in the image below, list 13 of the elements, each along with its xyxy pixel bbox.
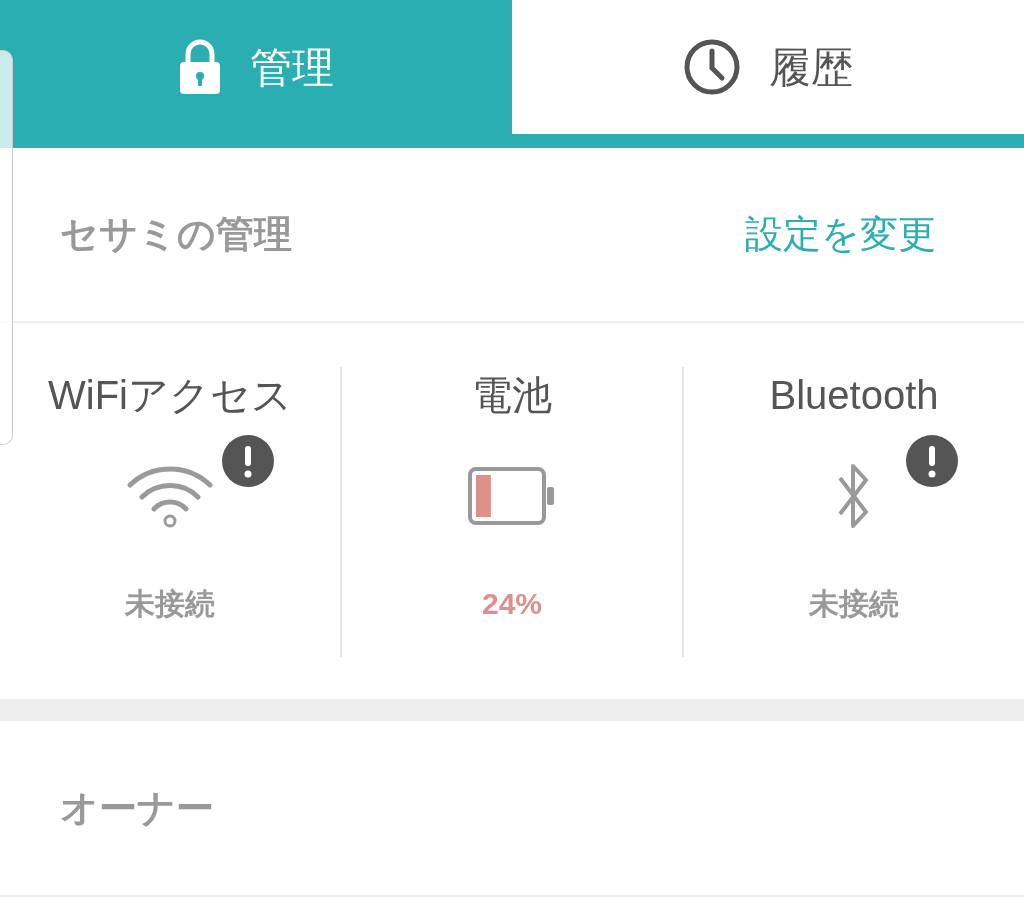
section-title: セサミの管理 bbox=[60, 212, 292, 257]
status-value: 24% bbox=[481, 586, 542, 622]
tab[interactable]: 履歴 bbox=[512, 0, 1024, 134]
battery-icon bbox=[467, 466, 557, 526]
status-title: Bluetooth bbox=[769, 372, 939, 419]
clock-icon bbox=[683, 38, 741, 96]
owner-title: オーナー bbox=[60, 785, 214, 831]
status-title: 電池 bbox=[472, 372, 552, 419]
status-value: 未接続 bbox=[125, 586, 215, 622]
settings-link[interactable]: 設定を変更 bbox=[745, 206, 936, 263]
lock-icon bbox=[178, 39, 222, 95]
status-value: 未接続 bbox=[809, 586, 899, 622]
status-title: WiFiアクセス bbox=[48, 372, 292, 419]
